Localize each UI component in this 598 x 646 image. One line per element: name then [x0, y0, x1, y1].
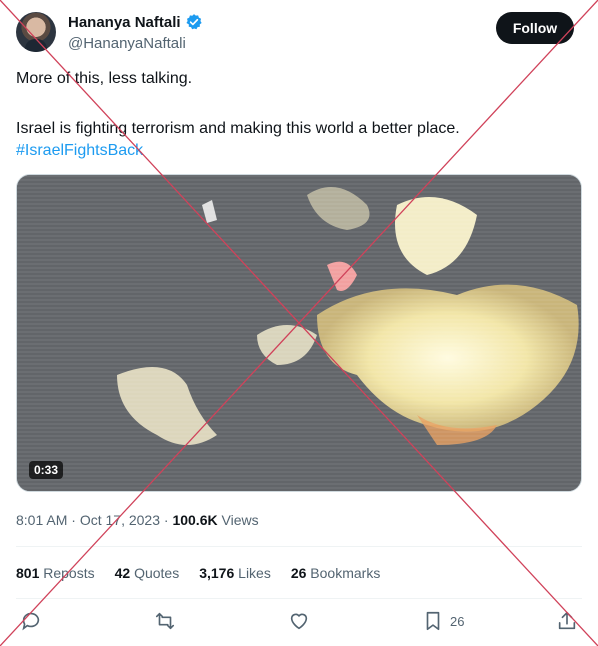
reposts-label: Reposts [39, 565, 95, 581]
video-frame [17, 175, 581, 491]
divider [16, 598, 582, 599]
like-icon [290, 613, 308, 630]
tweet-meta: 8:01 AM · Oct 17, 2023 · 100.6K Views [16, 512, 259, 528]
repost-icon [155, 612, 175, 630]
tweet-text-line1: More of this, less talking. [16, 70, 193, 87]
bookmark-button[interactable]: 26 [422, 610, 464, 632]
meta-separator: · [160, 512, 173, 528]
bookmarks-stat[interactable]: 26 Bookmarks [291, 565, 381, 581]
bookmark-icon [426, 611, 440, 631]
reposts-stat[interactable]: 801 Reposts [16, 565, 95, 581]
bookmark-count: 26 [450, 613, 465, 629]
avatar[interactable] [16, 12, 56, 52]
quotes-stat[interactable]: 42 Quotes [115, 565, 180, 581]
bookmarks-count: 26 [290, 565, 307, 581]
video-duration: 0:33 [29, 461, 64, 479]
tweet-date[interactable]: Oct 17, 2023 [80, 512, 160, 528]
tweet-time[interactable]: 8:01 AM [16, 512, 67, 528]
views-count: 100.6K [172, 512, 218, 528]
hashtag-link[interactable]: #IsraelFightsBack [16, 140, 143, 162]
author-name[interactable]: Hananya Naftali [68, 14, 181, 31]
reply-button[interactable] [20, 610, 42, 632]
likes-stat[interactable]: 3,176 Likes [199, 565, 271, 581]
share-icon [558, 611, 576, 630]
follow-button[interactable]: Follow [496, 12, 574, 44]
tweet: Hananya Naftali @HananyaNaftali Follow M… [0, 0, 598, 646]
likes-count: 3,176 [199, 565, 235, 581]
share-button[interactable] [556, 610, 578, 632]
likes-label: Likes [234, 565, 271, 581]
bookmarks-label: Bookmarks [306, 565, 381, 581]
like-button[interactable] [288, 610, 310, 632]
reply-icon [22, 612, 40, 631]
tweet-text-line2: Israel is fighting terrorism and making … [16, 120, 460, 137]
views-label: Views [217, 512, 259, 528]
video-player[interactable]: 0:33 [16, 174, 582, 492]
verified-badge-icon [185, 14, 202, 30]
repost-button[interactable] [154, 610, 176, 632]
action-bar: 26 [0, 610, 598, 638]
divider [16, 546, 582, 547]
reposts-count: 801 [16, 565, 40, 581]
quotes-label: Quotes [130, 565, 180, 581]
engagement-stats: 801 Reposts 42 Quotes 3,176 Likes 26 Boo… [16, 565, 400, 581]
author-handle[interactable]: @HananyaNaftali [68, 35, 186, 52]
meta-separator: · [67, 512, 80, 528]
quotes-count: 42 [114, 565, 131, 581]
author-row: Hananya Naftali [68, 13, 203, 31]
